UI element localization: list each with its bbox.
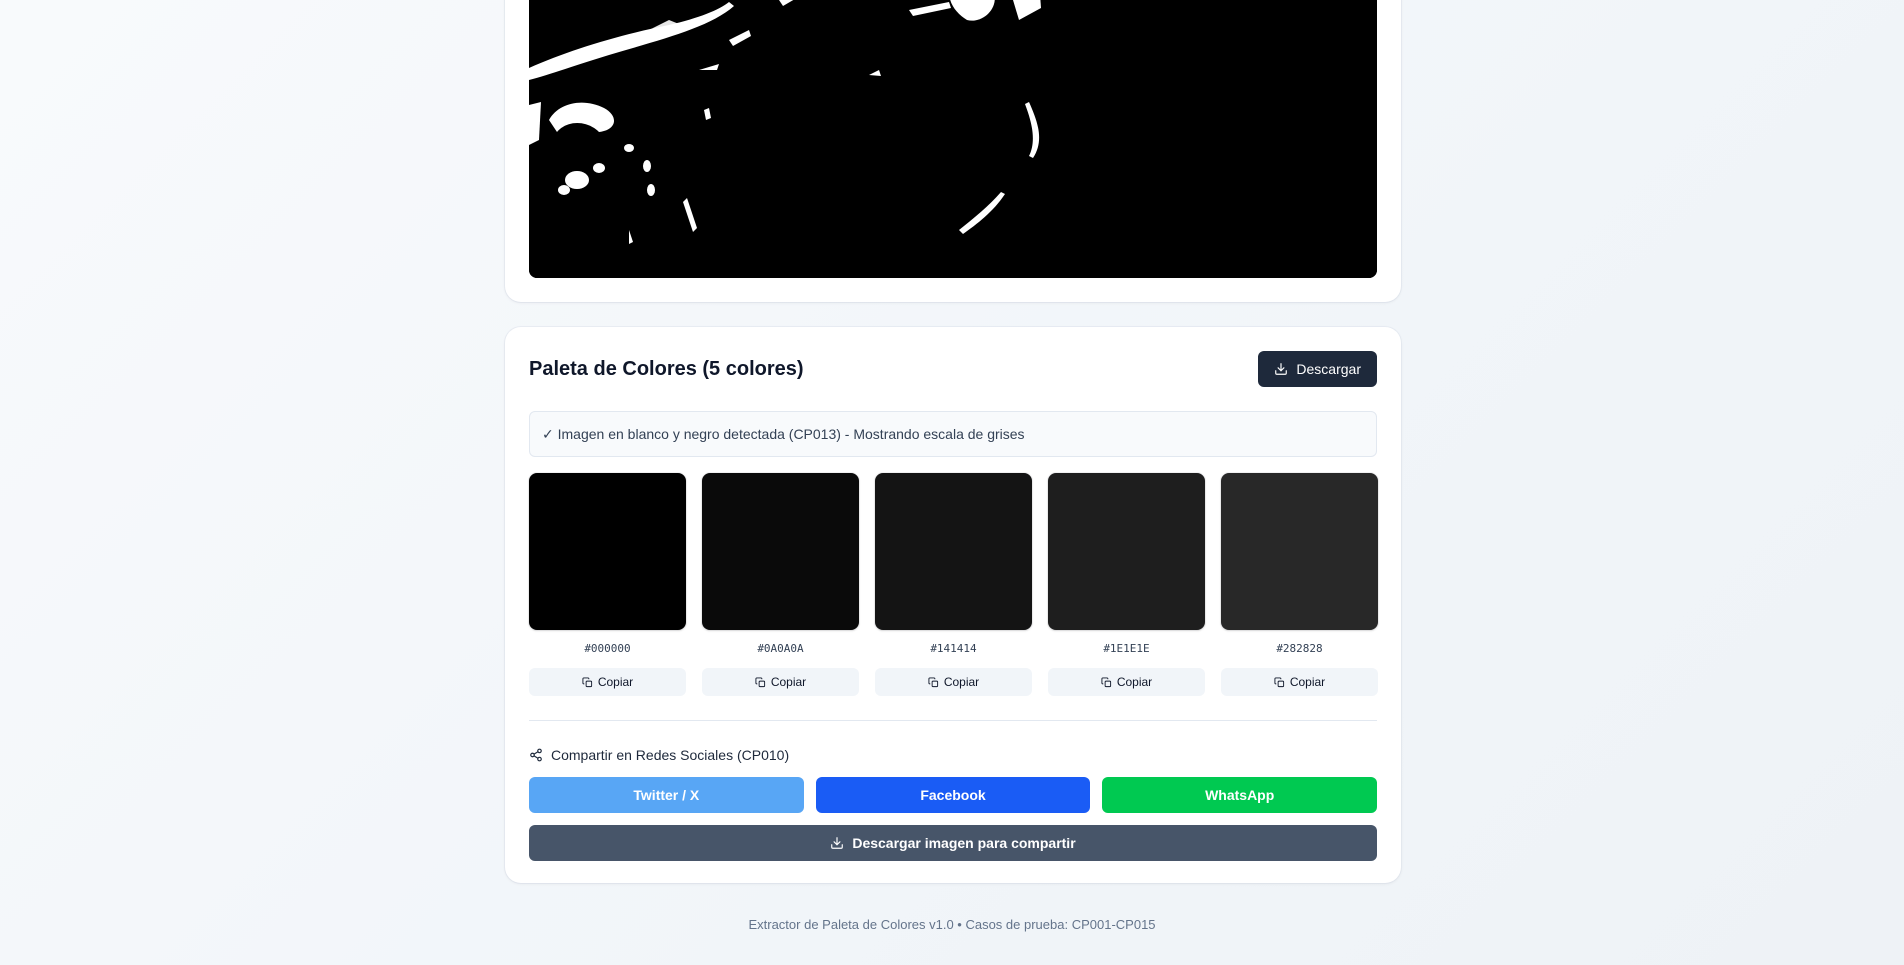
- color-swatch[interactable]: [1221, 473, 1378, 630]
- twitter-share-button[interactable]: Twitter / X: [529, 777, 804, 813]
- copy-icon: [755, 676, 766, 688]
- download-palette-button[interactable]: Descargar: [1258, 351, 1377, 387]
- copy-button[interactable]: Copiar: [875, 668, 1032, 696]
- copy-icon: [1101, 676, 1112, 688]
- grayscale-notice: ✓ Imagen en blanco y negro detectada (CP…: [529, 411, 1377, 457]
- copy-label: Copiar: [597, 675, 634, 689]
- download-share-image-button[interactable]: Descargar imagen para compartir: [529, 825, 1377, 861]
- image-preview-card: [505, 0, 1401, 302]
- copy-label: Copiar: [770, 675, 807, 689]
- color-swatch[interactable]: [1048, 473, 1205, 630]
- footer-text: Extractor de Paleta de Colores v1.0 • Ca…: [748, 917, 1156, 932]
- section-divider: [529, 720, 1377, 721]
- download-share-image-label: Descargar imagen para compartir: [852, 835, 1076, 851]
- palette-title: Paleta de Colores (5 colores): [529, 357, 804, 380]
- hex-code: #282828: [1276, 642, 1323, 655]
- copy-icon: [928, 676, 939, 688]
- hex-code: #141414: [930, 642, 977, 655]
- copy-label: Copiar: [943, 675, 980, 689]
- copy-label: Copiar: [1116, 675, 1153, 689]
- copy-button[interactable]: Copiar: [1221, 668, 1378, 696]
- color-swatch[interactable]: [529, 473, 686, 630]
- swatch-item: #0A0A0A Copiar: [702, 473, 859, 696]
- download-icon: [830, 836, 844, 850]
- palette-card: Paleta de Colores (5 colores) Descargar …: [505, 327, 1401, 883]
- share-icon: [529, 748, 543, 762]
- copy-icon: [1274, 676, 1285, 688]
- share-section-title: Compartir en Redes Sociales (CP010): [529, 745, 1377, 765]
- hex-code: #000000: [584, 642, 631, 655]
- hex-code: #1E1E1E: [1103, 642, 1150, 655]
- swatch-list: #000000 Copiar #0A0A0A Copiar #141414 Co…: [529, 473, 1378, 696]
- copy-button[interactable]: Copiar: [1048, 668, 1205, 696]
- copy-button[interactable]: Copiar: [702, 668, 859, 696]
- whatsapp-share-button[interactable]: WhatsApp: [1102, 777, 1378, 813]
- hex-code: #0A0A0A: [757, 642, 804, 655]
- swatch-item: #1E1E1E Copiar: [1048, 473, 1205, 696]
- color-swatch[interactable]: [702, 473, 859, 630]
- swatch-item: #282828 Copiar: [1221, 473, 1378, 696]
- color-swatch[interactable]: [875, 473, 1032, 630]
- image-preview: [529, 0, 1377, 278]
- copy-icon: [582, 676, 593, 688]
- download-palette-label: Descargar: [1296, 361, 1361, 377]
- swatch-item: #000000 Copiar: [529, 473, 686, 696]
- palette-header: Paleta de Colores (5 colores) Descargar: [529, 351, 1377, 387]
- copy-label: Copiar: [1289, 675, 1326, 689]
- facebook-share-button[interactable]: Facebook: [815, 777, 1091, 813]
- download-icon: [1274, 362, 1288, 376]
- copy-button[interactable]: Copiar: [529, 668, 686, 696]
- swatch-item: #141414 Copiar: [875, 473, 1032, 696]
- bw-image: [529, 0, 1377, 278]
- share-title-label: Compartir en Redes Sociales (CP010): [551, 747, 790, 763]
- share-buttons: Twitter / X Facebook WhatsApp: [529, 777, 1378, 813]
